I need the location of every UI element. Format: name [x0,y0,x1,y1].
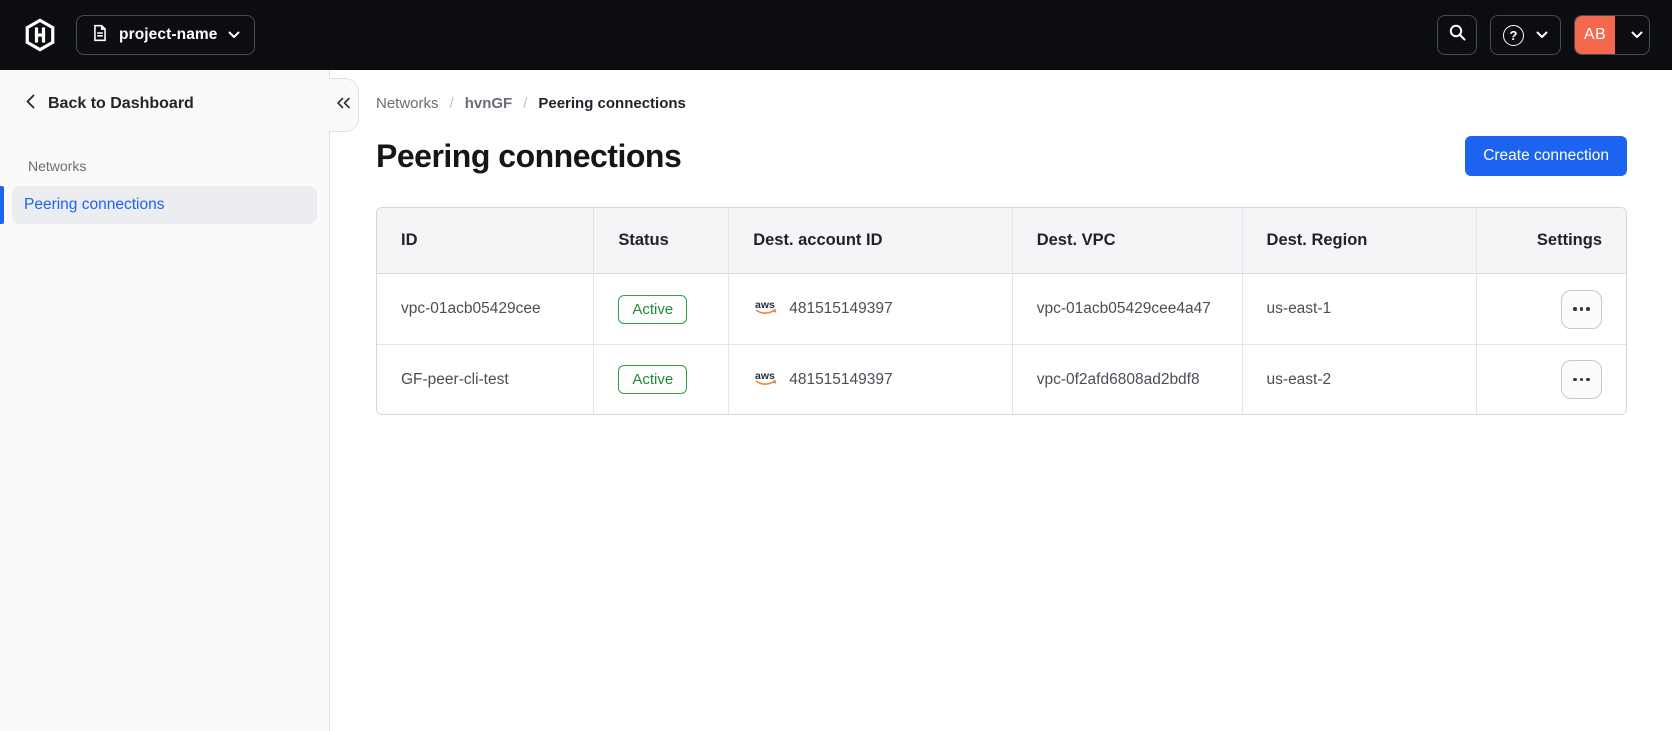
breadcrumb-separator: / [523,95,528,112]
column-header-dest-region: Dest. Region [1242,208,1478,274]
search-icon [1448,23,1467,47]
cell-dest-vpc: vpc-01acb05429cee4a47 [1012,274,1243,344]
collapse-sidebar-button[interactable] [329,78,359,132]
chevron-down-icon [228,26,240,44]
status-badge: Active [618,294,688,324]
column-header-dest-vpc: Dest. VPC [1012,208,1243,274]
sidebar-item-peering-connections-wrap: Peering connections [0,186,329,224]
project-switcher-button[interactable]: project-name [76,15,255,55]
row-settings-menu-button[interactable] [1561,360,1602,399]
back-to-dashboard-link[interactable]: Back to Dashboard [0,70,329,114]
breadcrumb-separator: / [449,95,454,112]
page-header: Peering connections Create connection [376,136,1627,176]
ellipsis-icon [1573,377,1577,382]
chevron-down-icon [1625,31,1649,39]
sidebar-item-label: Peering connections [24,196,165,213]
cell-dest-account-id: 481515149397 [789,300,893,317]
help-icon: ? [1503,24,1524,46]
cell-dest-vpc: vpc-0f2afd6808ad2bdf8 [1012,344,1243,414]
breadcrumb-hvn[interactable]: hvnGF [465,95,513,112]
breadcrumb: Networks / hvnGF / Peering connections [376,95,1627,112]
chevron-down-icon [1536,26,1548,44]
user-menu-button[interactable]: AB [1574,15,1650,55]
svg-text:aws: aws [755,299,775,311]
aws-icon: aws [753,369,779,391]
cell-dest-region: us-east-1 [1242,274,1478,344]
peering-connections-table: ID Status Dest. account ID Dest. VPC Des… [376,207,1627,415]
cell-id: GF-peer-cli-test [377,344,595,414]
back-to-dashboard-label: Back to Dashboard [48,95,194,112]
table-row: vpc-01acb05429cee Active aws 48151514939… [377,274,1626,344]
chevron-left-icon [26,94,35,114]
breadcrumb-networks[interactable]: Networks [376,95,439,112]
ellipsis-icon [1573,307,1577,311]
column-header-status: Status [594,208,730,274]
column-header-dest-account-id: Dest. account ID [729,208,1013,274]
topbar-actions: ? AB [1437,15,1650,55]
sidebar: Back to Dashboard Networks Peering conne… [0,70,330,731]
row-settings-menu-button[interactable] [1561,289,1602,329]
column-header-settings: Settings [1477,208,1626,274]
table-row: GF-peer-cli-test Active aws 481515149397… [377,344,1626,414]
status-badge: Active [618,365,688,394]
breadcrumb-current: Peering connections [538,95,686,112]
column-header-id: ID [377,208,595,274]
hashicorp-logo-icon [22,17,58,53]
help-menu-button[interactable]: ? [1490,15,1561,55]
active-item-indicator [0,186,4,224]
cell-dest-region: us-east-2 [1242,344,1478,414]
main-content: Networks / hvnGF / Peering connections P… [330,70,1672,731]
create-connection-button[interactable]: Create connection [1465,136,1627,176]
cell-id: vpc-01acb05429cee [377,274,595,344]
aws-icon: aws [753,298,779,320]
sidebar-section-label: Networks [28,158,87,174]
cell-dest-account-id: 481515149397 [789,370,893,388]
svg-text:aws: aws [755,370,775,382]
sidebar-item-peering-connections[interactable]: Peering connections [12,186,317,224]
table-header-row: ID Status Dest. account ID Dest. VPC Des… [377,208,1626,274]
top-nav-bar: project-name ? AB [0,0,1672,70]
search-button[interactable] [1437,15,1477,55]
project-switcher-label: project-name [119,26,218,43]
document-icon [91,24,109,47]
double-chevron-left-icon [336,96,351,114]
page-title: Peering connections [376,137,682,174]
avatar: AB [1575,16,1615,54]
